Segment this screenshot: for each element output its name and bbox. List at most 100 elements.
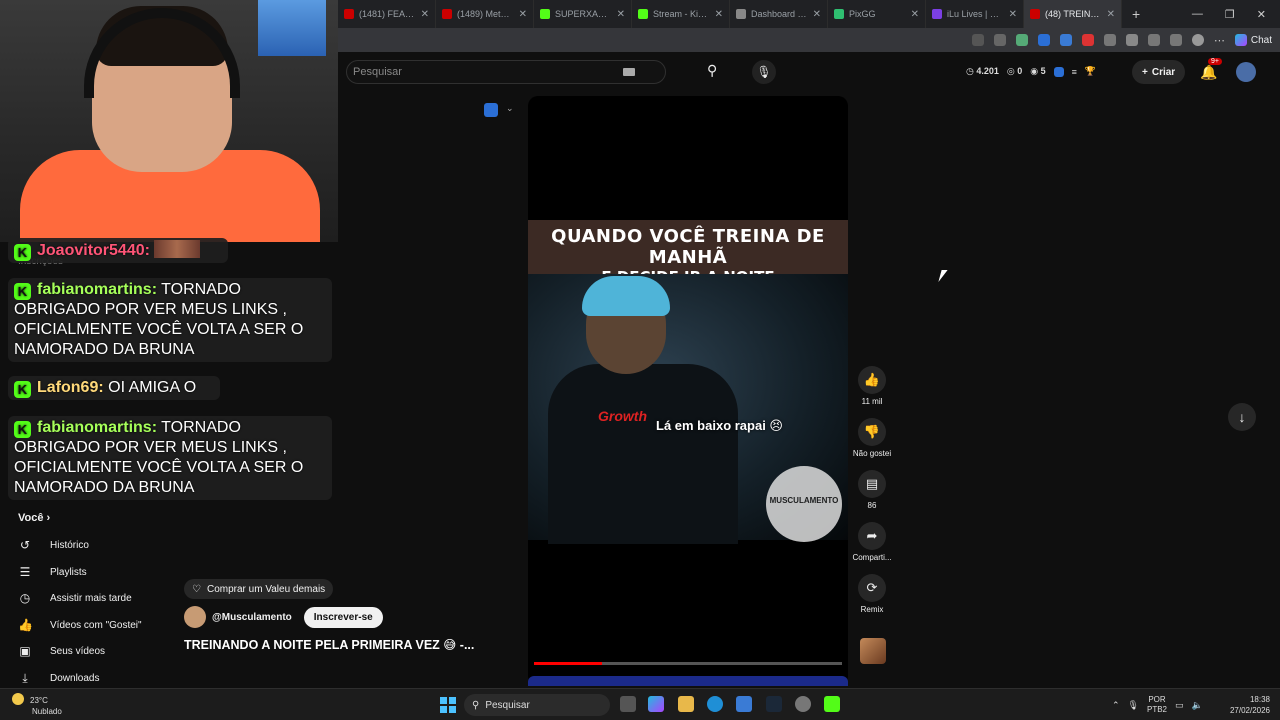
browser-tab[interactable]: (1489) Metal Ins✕ xyxy=(436,0,534,28)
language-indicator[interactable]: POR PTB2 xyxy=(1147,695,1167,715)
dislike-action: 👎 Não gostei xyxy=(848,418,896,458)
browser-tab-active[interactable]: (48) TREINAN ✕ xyxy=(1024,0,1122,28)
close-tab-icon[interactable]: ✕ xyxy=(421,9,429,20)
subscribe-button[interactable]: Inscrever-se xyxy=(303,606,383,628)
maximize-icon[interactable]: ❐ xyxy=(1225,8,1235,21)
shorts-video-player[interactable]: QUANDO VOCÊ TREINA DE MANHÃ E DECIDE IR … xyxy=(528,96,848,686)
browser-tab[interactable]: PixGG ✕ xyxy=(828,0,926,28)
next-video-button[interactable]: ↓ xyxy=(1228,403,1256,431)
network-icon[interactable]: ▭ xyxy=(1175,700,1184,711)
steam-icon[interactable] xyxy=(766,696,782,712)
sidebar-item-history[interactable]: ↺ Histórico xyxy=(18,536,89,554)
windows-start-icon[interactable] xyxy=(440,697,456,713)
sound-thumbnail[interactable] xyxy=(860,638,886,664)
video-subtitle: Lá em baixo rapai 😣 xyxy=(656,418,783,433)
extension-icon[interactable] xyxy=(1037,34,1050,46)
file-explorer-icon[interactable] xyxy=(678,696,694,712)
create-button[interactable]: + Criar xyxy=(1132,60,1186,84)
browser-tab[interactable]: iLu Lives | React✕ xyxy=(926,0,1024,28)
install-icon[interactable] xyxy=(971,34,984,46)
you-section-link[interactable]: Você › xyxy=(18,512,50,524)
sidebar-item-watch-later[interactable]: ◷ Assistir mais tarde xyxy=(18,589,132,607)
extension-icon[interactable] xyxy=(1015,34,1028,46)
close-tab-icon[interactable]: ✕ xyxy=(911,9,919,20)
edge-icon[interactable] xyxy=(707,696,723,712)
channel-handle[interactable]: @Musculamento xyxy=(212,612,292,623)
person-body xyxy=(548,364,738,544)
system-clock[interactable]: 18:38 27/02/2026 xyxy=(1226,694,1270,716)
trophy-icon[interactable]: 🏆 xyxy=(1085,66,1096,77)
split-screen-icon[interactable] xyxy=(1125,34,1138,46)
next-short-preview[interactable] xyxy=(528,676,848,686)
sidebar-item-liked[interactable]: 👍 Vídeos com "Gostei" xyxy=(18,616,142,634)
taskbar-search[interactable]: ⚲ Pesquisar xyxy=(464,694,610,716)
close-tab-icon[interactable]: ✕ xyxy=(715,9,723,20)
close-tab-icon[interactable]: ✕ xyxy=(813,9,821,20)
weather-widget[interactable]: 23°C Nublado xyxy=(12,693,62,717)
share-button[interactable]: ➦ xyxy=(858,522,886,550)
volume-icon[interactable]: 🔈 xyxy=(1192,700,1203,711)
account-avatar[interactable] xyxy=(1236,62,1256,82)
channel-avatar[interactable] xyxy=(184,606,206,628)
close-tab-icon[interactable]: ✕ xyxy=(617,9,625,20)
video-scene: Growth Lá em baixo rapai 😣 MUSCULAMENTO xyxy=(528,274,848,544)
extension-icon[interactable] xyxy=(1059,34,1072,46)
close-tab-icon[interactable]: ✕ xyxy=(1107,9,1115,20)
kick-favicon-icon xyxy=(540,9,550,19)
comments-button[interactable]: ▤ xyxy=(858,470,886,498)
extension-icon[interactable] xyxy=(1081,34,1094,46)
sidebar-item-playlists[interactable]: ☰ Playlists xyxy=(18,563,87,581)
comments-action: ▤ 86 xyxy=(848,470,896,510)
settings-icon[interactable] xyxy=(795,696,811,712)
browser-tab[interactable]: (1481) FEAR THE✕ xyxy=(338,0,436,28)
short-title[interactable]: TREINANDO A NOITE PELA PRIMEIRA VEZ 😅 -.… xyxy=(184,637,474,652)
notifications-bell-icon[interactable]: 🔔 9+ xyxy=(1200,58,1222,81)
profile-icon[interactable] xyxy=(1191,34,1204,46)
views-stat: ◷ 4.201 xyxy=(966,66,999,76)
channel-row: @Musculamento Inscrever-se xyxy=(184,606,383,628)
more-icon[interactable]: ⋯ xyxy=(1214,34,1225,47)
close-window-icon[interactable]: ✕ xyxy=(1257,8,1266,21)
download-icon[interactable] xyxy=(1169,34,1182,46)
browser-tab[interactable]: Dashboard - Live✕ xyxy=(730,0,828,28)
system-tray: ⌃ 🎙 POR PTB2 ▭ 🔈 xyxy=(1112,695,1203,715)
task-view-icon[interactable] xyxy=(620,696,636,712)
ilu-favicon-icon xyxy=(932,9,942,19)
keyboard-icon[interactable] xyxy=(623,68,635,76)
iq-extension-icon[interactable] xyxy=(484,103,498,117)
kick-app-icon[interactable] xyxy=(824,696,840,712)
search-input[interactable]: Pesquisar xyxy=(346,60,666,84)
mouse-cursor xyxy=(938,270,948,282)
list-icon[interactable]: ≡ xyxy=(1072,67,1077,77)
microphone-tray-icon[interactable]: 🎙 xyxy=(1128,700,1139,711)
close-tab-icon[interactable]: ✕ xyxy=(1009,9,1017,20)
search-icon[interactable]: ⚲ xyxy=(707,62,727,82)
favorites-icon[interactable] xyxy=(1147,34,1160,46)
browser-tab[interactable]: Stream - Kick Da✕ xyxy=(632,0,730,28)
chevron-up-icon[interactable]: ⌃ xyxy=(1112,700,1120,711)
copilot-icon[interactable] xyxy=(648,696,664,712)
minimize-icon[interactable]: — xyxy=(1192,8,1203,21)
iq-icon[interactable] xyxy=(1053,66,1064,77)
puzzle-icon[interactable] xyxy=(1103,34,1116,46)
dislike-button[interactable]: 👎 xyxy=(858,418,886,446)
browser-tab[interactable]: SUPERXANDAO S✕ xyxy=(534,0,632,28)
close-tab-icon[interactable]: ✕ xyxy=(519,9,527,20)
like-button[interactable]: 👍 xyxy=(858,366,886,394)
copilot-chat-button[interactable]: Chat xyxy=(1234,34,1272,46)
chevron-down-icon[interactable]: ⌄ xyxy=(506,103,514,114)
windows-taskbar: 23°C Nublado ⚲ Pesquisar ⌃ 🎙 POR PTB2 ▭ 🔈 … xyxy=(0,688,1280,720)
sidebar-item-your-videos[interactable]: ▣ Seus vídeos xyxy=(18,642,105,660)
weather-icon xyxy=(12,693,24,705)
microphone-icon[interactable]: 🎙 xyxy=(752,60,776,84)
sidebar-item-downloads[interactable]: ⤓ Downloads xyxy=(18,669,99,687)
new-tab-button[interactable]: + xyxy=(1122,6,1140,22)
thumb-up-icon: 👍 xyxy=(863,372,881,387)
star-icon[interactable] xyxy=(993,34,1006,46)
buy-thanks-button[interactable]: ♡ Comprar um Valeu demais xyxy=(184,579,334,599)
remix-button[interactable]: ⟳ xyxy=(858,574,886,602)
globe-favicon-icon xyxy=(736,9,746,19)
store-icon[interactable] xyxy=(736,696,752,712)
video-progress-bar[interactable] xyxy=(534,662,842,665)
remix-action: ⟳ Remix xyxy=(848,574,896,614)
